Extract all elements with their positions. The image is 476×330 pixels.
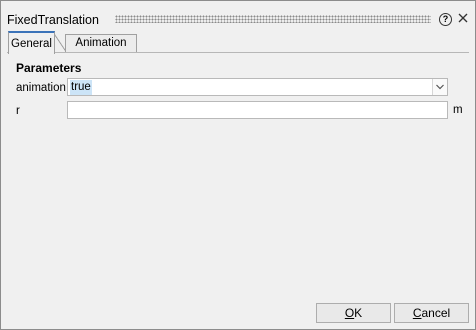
cancel-button[interactable]: Cancel xyxy=(394,303,469,323)
parameters-heading: Parameters xyxy=(16,61,82,75)
ok-label-rest: K xyxy=(354,306,363,320)
tab-strip: General Animation xyxy=(7,31,469,54)
general-tab-panel: Parameters animation true r m xyxy=(7,53,469,293)
close-x-glyph xyxy=(458,13,468,23)
cancel-label-rest: ancel xyxy=(421,306,451,320)
chevron-down-icon[interactable] xyxy=(432,79,447,95)
fixed-translation-dialog: FixedTranslation ? General Animation Par… xyxy=(0,0,476,330)
ok-mnemonic: O xyxy=(344,306,355,320)
tab-animation[interactable]: Animation xyxy=(54,34,137,52)
chevron-down-glyph xyxy=(436,84,444,90)
animation-label: animation xyxy=(16,82,66,94)
animation-combobox[interactable]: true xyxy=(67,78,448,96)
help-icon[interactable]: ? xyxy=(439,13,452,26)
r-input[interactable] xyxy=(67,101,448,119)
title-bar[interactable]: FixedTranslation ? xyxy=(1,1,475,31)
r-unit-label: m xyxy=(453,104,463,116)
tab-general[interactable]: General xyxy=(8,31,55,54)
dialog-title: FixedTranslation xyxy=(7,13,99,27)
ok-button[interactable]: OK xyxy=(316,303,391,323)
r-label: r xyxy=(16,105,20,117)
animation-value: true xyxy=(70,80,92,95)
drag-grip-icon[interactable] xyxy=(115,15,431,23)
close-icon[interactable] xyxy=(456,11,470,25)
